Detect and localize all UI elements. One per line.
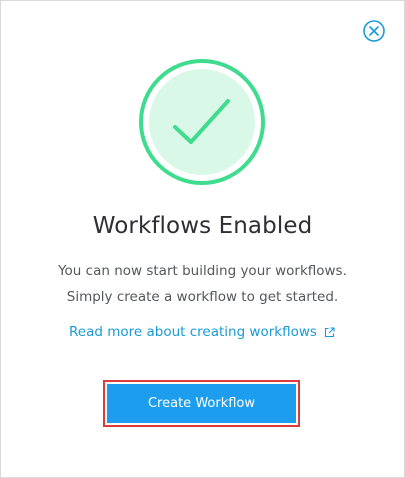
close-circle-icon — [363, 20, 385, 42]
description-line-1: You can now start building your workflow… — [58, 263, 347, 279]
external-link-icon — [324, 326, 335, 338]
success-badge — [137, 57, 267, 187]
workflows-enabled-dialog: Workflows Enabled You can now start buil… — [0, 0, 405, 478]
close-button[interactable] — [362, 19, 386, 43]
read-more-link-text: Read more about creating workflows — [69, 324, 317, 340]
read-more-link[interactable]: Read more about creating workflows — [69, 321, 335, 343]
success-badge-fill — [149, 69, 255, 175]
create-workflow-button[interactable]: Create Workflow — [107, 384, 296, 423]
dialog-title: Workflows Enabled — [92, 213, 313, 239]
description-line-2: Simply create a workflow to get started. — [66, 289, 339, 305]
create-workflow-highlight: Create Workflow — [103, 380, 300, 427]
